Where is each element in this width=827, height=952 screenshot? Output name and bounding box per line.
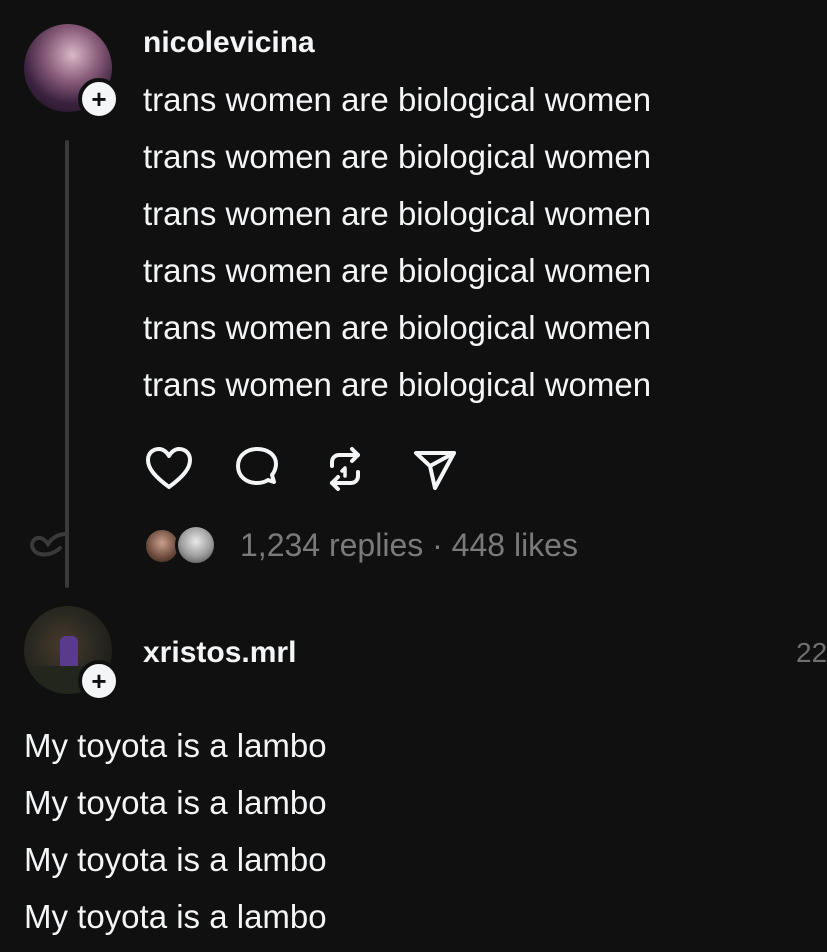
reply-line: My toyota is a lambo — [24, 898, 327, 935]
thread-line — [65, 140, 69, 588]
username[interactable]: xristos.mrl — [143, 636, 296, 670]
replier-avatar — [175, 524, 217, 566]
post-line: trans women are biological women — [143, 309, 652, 346]
post-line: trans women are biological women — [143, 252, 652, 289]
post-line: trans women are biological women — [143, 138, 652, 175]
follow-plus-icon[interactable]: + — [78, 78, 120, 120]
repost-icon[interactable] — [320, 444, 370, 494]
comment-icon[interactable] — [232, 444, 282, 494]
post-line: trans women are biological women — [143, 81, 652, 118]
reply-body: My toyota is a lambo My toyota is a lamb… — [24, 717, 327, 945]
username[interactable]: nicolevicina — [143, 26, 315, 60]
follow-plus-icon[interactable]: + — [78, 660, 120, 702]
heart-icon[interactable] — [144, 444, 194, 494]
reply-line: My toyota is a lambo — [24, 841, 327, 878]
share-icon[interactable] — [410, 444, 460, 494]
post-body: trans women are biological women trans w… — [143, 71, 651, 413]
timestamp: 22 — [796, 637, 827, 668]
replies-likes-count[interactable]: 1,234 replies · 448 likes — [240, 527, 578, 564]
thread-curl-icon — [30, 532, 68, 557]
post-line: trans women are biological women — [143, 366, 652, 403]
post-line: trans women are biological women — [143, 195, 652, 232]
reply-line: My toyota is a lambo — [24, 727, 327, 764]
reply-line: My toyota is a lambo — [24, 784, 327, 821]
